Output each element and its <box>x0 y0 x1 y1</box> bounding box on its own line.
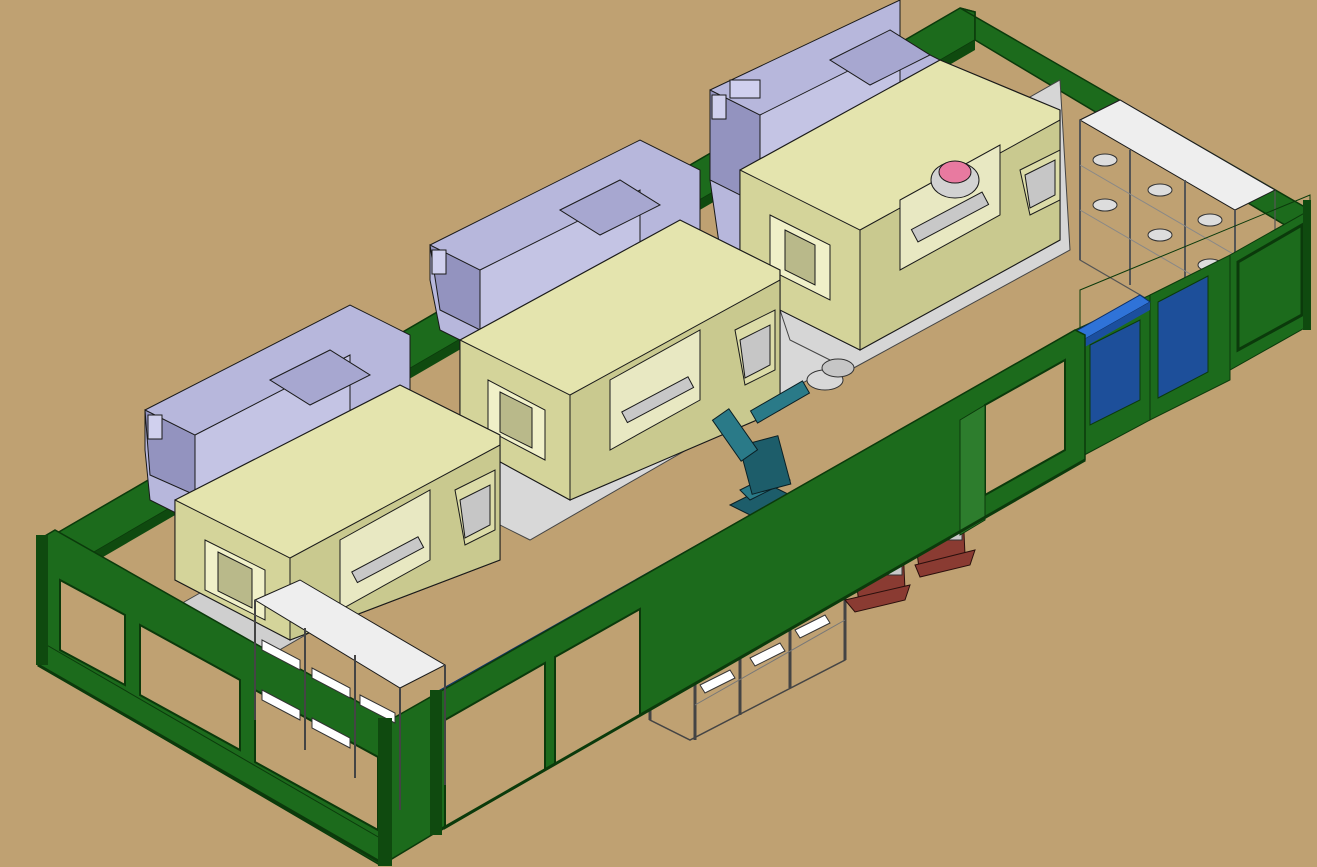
isometric-cell-view <box>36 0 1311 866</box>
cad-scene <box>0 0 1317 867</box>
